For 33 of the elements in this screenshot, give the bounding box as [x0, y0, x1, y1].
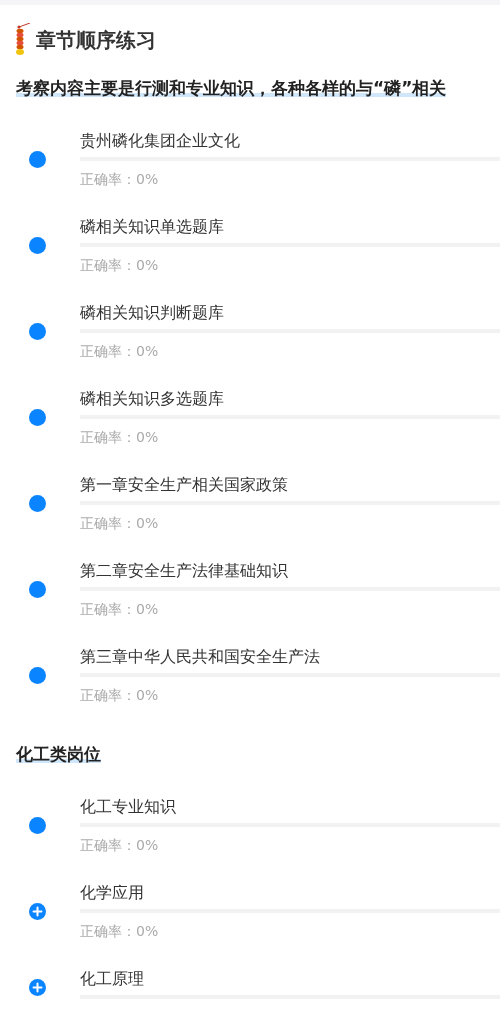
chapter-title[interactable]: 磷相关知识多选题库 [80, 387, 500, 411]
dot-icon [28, 408, 46, 426]
accuracy-rate: 正确率：0% [80, 686, 160, 705]
chapter-title[interactable]: 第一章安全生产相关国家政策 [80, 473, 500, 497]
accuracy-rate: 正确率：0% [80, 514, 160, 533]
chapter-title[interactable]: 磷相关知识判断题库 [80, 301, 500, 325]
accuracy-rate: 正确率：0% [80, 256, 160, 275]
dot-icon [28, 494, 46, 512]
page-title: 章节顺序练习 [36, 27, 156, 54]
accuracy-rate: 正确率：0% [80, 428, 160, 447]
accuracy-rate: 正确率：0% [80, 342, 160, 361]
dot-icon [28, 816, 46, 834]
dot-icon [28, 322, 46, 340]
plus-circle-icon[interactable] [28, 902, 46, 920]
accuracy-rate: 正确率：0% [80, 600, 160, 619]
chapter-title[interactable]: 化工原理 [80, 967, 500, 991]
chapter-title[interactable]: 贵州磷化集团企业文化 [80, 129, 500, 153]
accuracy-rate: 正确率：0% [80, 170, 160, 189]
dot-icon [28, 150, 46, 168]
chapter-title[interactable]: 第三章中华人民共和国安全生产法 [80, 645, 500, 669]
plus-circle-icon[interactable] [28, 978, 46, 996]
chapter-title[interactable]: 磷相关知识单选题库 [80, 215, 500, 239]
accuracy-rate: 正确率：0% [80, 922, 160, 941]
accuracy-rate: 正确率：0% [80, 836, 160, 855]
section-heading: 化工类岗位 [16, 743, 101, 765]
section-heading: 考察内容主要是行测和专业知识，各种各样的与“磷”相关 [16, 77, 447, 99]
chapter-title[interactable]: 化工专业知识 [80, 795, 500, 819]
dot-icon [28, 236, 46, 254]
dot-icon [28, 580, 46, 598]
dot-icon [28, 666, 46, 684]
chapter-title[interactable]: 第二章安全生产法律基础知识 [80, 559, 500, 583]
chapter-title[interactable]: 化学应用 [80, 881, 500, 905]
firecracker-icon [16, 23, 30, 57]
